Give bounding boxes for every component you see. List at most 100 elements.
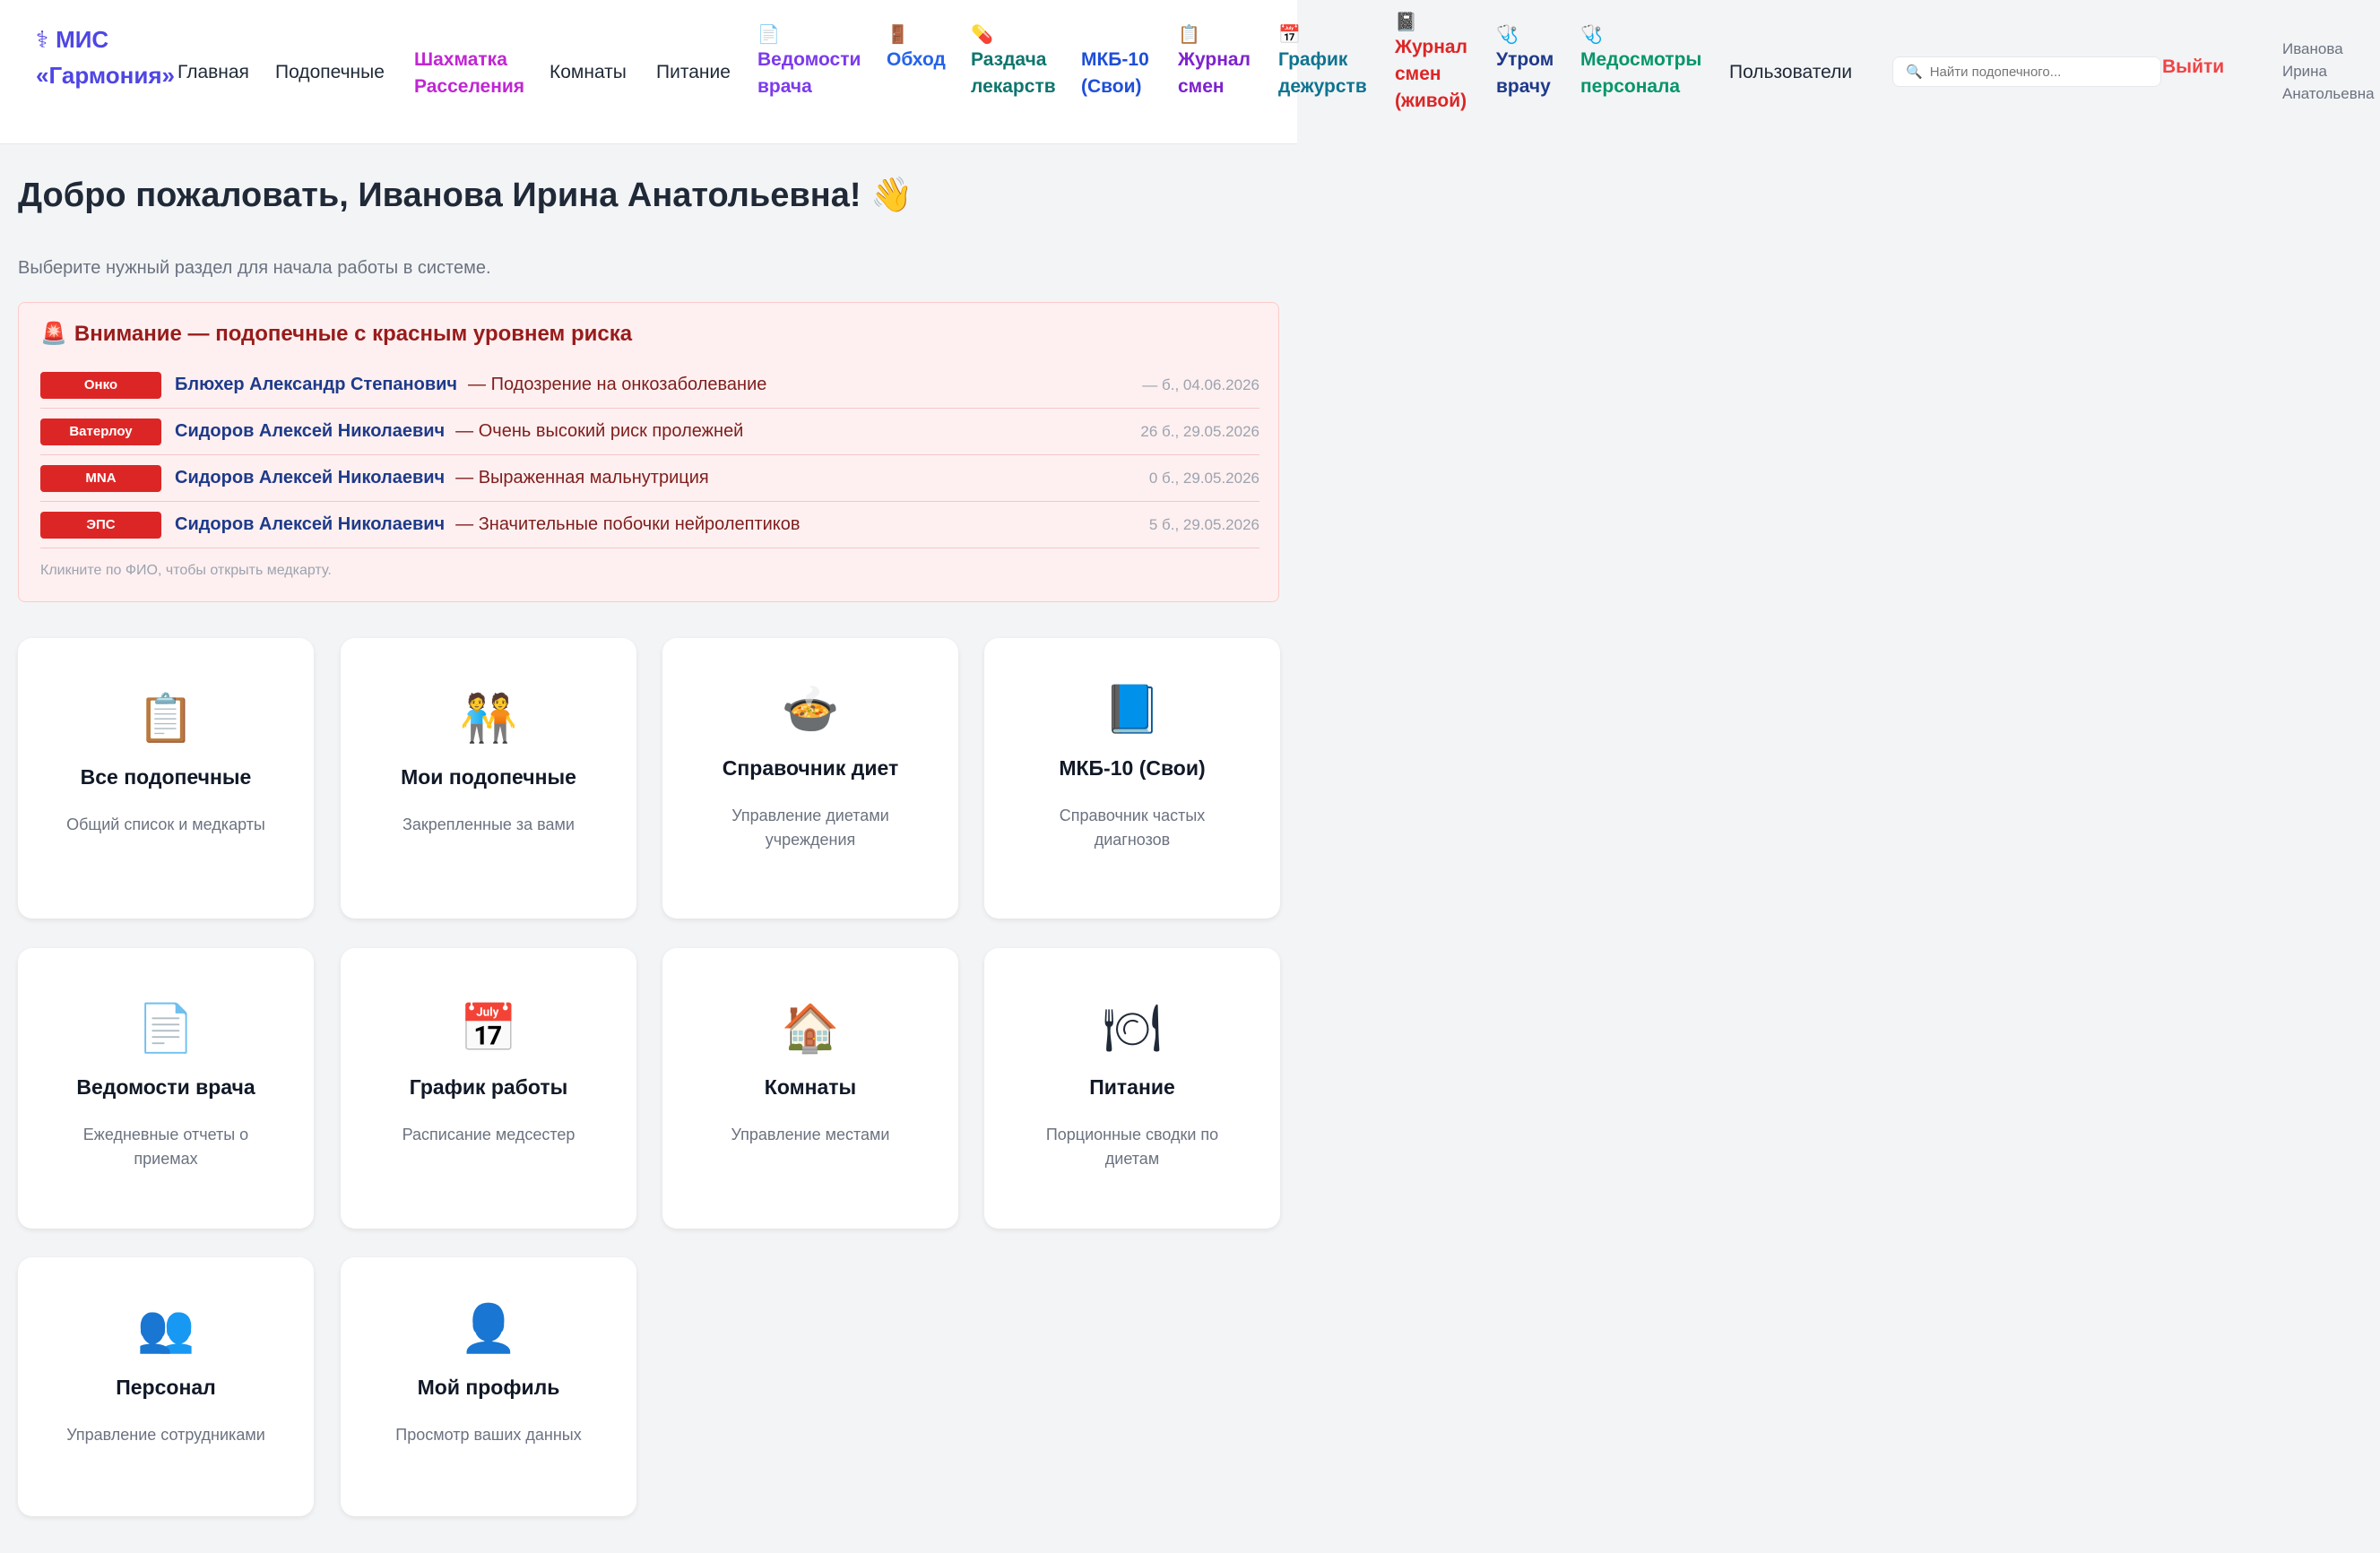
page-subtitle: Выберите нужный раздел для начала работы… — [18, 258, 491, 278]
nav-label-13: Медосмотры персонала — [1580, 49, 1702, 97]
nav-item-5[interactable]: 📄 Ведомости врача — [757, 25, 861, 100]
card-7[interactable]: 🍽 Питание Порционные сводки по диетам — [984, 948, 1280, 1229]
card-icon: 🧑‍🤝‍🧑 — [459, 693, 518, 745]
card-5[interactable]: 📅 График работы Расписание медсестер — [341, 948, 636, 1229]
card-description: Управление сотрудниками — [66, 1426, 265, 1444]
card-0[interactable]: 📋 Все подопечные Общий список и медкарты — [18, 638, 314, 919]
card-3[interactable]: 📘 МКБ-10 (Свои) Справочник частых диагнозо… — [984, 638, 1280, 919]
card-2[interactable]: 🍲 Справочник диет Управление диетами учреж… — [662, 638, 958, 919]
logout-button[interactable]: Выйти — [2162, 56, 2224, 78]
risk-badge: MNA — [40, 464, 161, 492]
card-description: Ежедневные отчеты о приемах — [82, 1126, 249, 1168]
card-icon: 👤 — [459, 1303, 518, 1355]
card-icon: 🏠 — [781, 1003, 840, 1055]
nav-label-2: Шахматка Расселения — [414, 49, 525, 97]
nav-item-9[interactable]: 📋 Журнал смен — [1178, 25, 1251, 100]
nav-label-9: Журнал смен — [1178, 49, 1251, 97]
app-title-line1: МИС — [56, 26, 109, 53]
card-icon: 📅 — [459, 1003, 518, 1055]
risk-row: ЭПС Сидоров Алексей Николаевич — Значитель… — [40, 502, 1259, 548]
risk-description: — Выраженная мальнутриция — [455, 468, 709, 487]
nav-item-14[interactable]: Пользователи — [1729, 59, 1852, 86]
card-1[interactable]: 🧑‍🤝‍🧑 Мои подопечные Закрепленные за вами — [341, 638, 636, 919]
risk-badge: Ватерлоу — [40, 418, 161, 445]
card-description: Справочник частых диагнозов — [1059, 807, 1206, 849]
patient-name-link[interactable]: Сидоров Алексей Николаевич — [175, 514, 445, 535]
risk-badge: Онко — [40, 371, 161, 399]
nav-icon-12: 🩺 — [1496, 25, 1519, 45]
alert-hint: Кликните по ФИО, чтобы открыть медкарту. — [40, 563, 332, 578]
card-title: Персонал — [116, 1376, 216, 1399]
nav-item-8[interactable]: МКБ-10 (Свои) — [1081, 47, 1149, 100]
risk-description: — Значительные побочки нейролептиков — [455, 514, 801, 534]
nav-icon-7: 💊 — [971, 25, 993, 45]
nav-label-3: Комнаты — [550, 62, 627, 82]
app-logo[interactable]: ⚕ МИС «Гармония» — [36, 22, 175, 93]
nav-item-10[interactable]: 📅 График дежурств — [1278, 25, 1367, 100]
card-title: Комнаты — [764, 1075, 857, 1099]
card-9[interactable]: 👤 Мой профиль Просмотр ваших данных — [341, 1257, 636, 1516]
nav-icon-13: 🩺 — [1580, 25, 1603, 45]
search-icon: 🔍 — [1906, 65, 1923, 80]
card-description: Расписание медсестер — [402, 1126, 576, 1143]
risk-date: — б., 04.06.2026 — [1142, 375, 1259, 393]
risk-date: 26 б., 29.05.2026 — [1140, 422, 1259, 440]
card-title: Все подопечные — [80, 765, 252, 789]
search-box[interactable]: 🔍 — [1892, 56, 2161, 87]
card-6[interactable]: 🏠 Комнаты Управление местами — [662, 948, 958, 1229]
nav-label-5: Ведомости врача — [757, 49, 861, 97]
alert-title: 🚨 Внимание — подопечные с красным уровнем… — [40, 321, 632, 347]
nav-label-11: Журнал смен (живой) — [1395, 37, 1467, 111]
nav-item-11[interactable]: 📓 Журнал смен (живой) — [1395, 13, 1467, 115]
card-icon: 📘 — [1103, 684, 1162, 736]
card-title: Справочник диет — [722, 756, 899, 780]
nav-item-4[interactable]: Питание — [656, 59, 731, 86]
risk-alert-panel: 🚨 Внимание — подопечные с красным уровнем… — [18, 302, 1279, 602]
search-input[interactable] — [1929, 64, 2154, 80]
card-icon: 🍲 — [781, 684, 840, 736]
nav-label-6: Обход — [887, 49, 946, 70]
nav-icon-11: 📓 — [1395, 13, 1417, 32]
alert-title-text: Внимание — подопечные с красным уровнем … — [74, 322, 633, 346]
nav-label-4: Питание — [656, 62, 731, 82]
nav-label-1: Подопечные — [275, 62, 385, 82]
nav-item-7[interactable]: 💊 Раздача лекарств — [971, 25, 1056, 100]
nav-label-7: Раздача лекарств — [971, 49, 1056, 97]
card-title: Ведомости врача — [76, 1075, 255, 1099]
nav-item-2[interactable]: Шахматка Расселения — [414, 47, 524, 100]
risk-description: — Подозрение на онкозаболевание — [468, 375, 767, 394]
patient-name-link[interactable]: Сидоров Алексей Николаевич — [175, 468, 445, 488]
card-title: Мой профиль — [417, 1376, 560, 1399]
nav-icon-9: 📋 — [1178, 25, 1200, 45]
patient-name-link[interactable]: Блюхер Александр Степанович — [175, 375, 457, 395]
nav-icon-6: 🚪 — [887, 25, 909, 45]
nav-item-13[interactable]: 🩺 Медосмотры персонала — [1580, 25, 1701, 100]
nav-icon-10: 📅 — [1278, 25, 1301, 45]
card-title: Мои подопечные — [401, 765, 576, 789]
card-title: График работы — [409, 1075, 568, 1099]
nav-item-3[interactable]: Комнаты — [550, 59, 627, 86]
card-title: МКБ-10 (Свои) — [1059, 756, 1206, 780]
card-8[interactable]: 👥 Персонал Управление сотрудниками — [18, 1257, 314, 1516]
nav-item-0[interactable]: Главная — [177, 59, 249, 86]
nav-item-6[interactable]: 🚪 Обход — [887, 25, 946, 73]
card-description: Закрепленные за вами — [402, 815, 575, 833]
card-description: Управление местами — [731, 1126, 890, 1143]
risk-date: 0 б., 29.05.2026 — [1148, 469, 1259, 487]
nav-item-12[interactable]: 🩺 Утром врачу — [1496, 25, 1553, 100]
nav-label-14: Пользователи — [1729, 62, 1853, 82]
user-name: Иванова Ирина Анатольевна — [2282, 40, 2375, 102]
page-title: Добро пожаловать, Иванова Ирина Анатолье… — [18, 177, 913, 214]
risk-row: Ватерлоу Сидоров Алексей Николаевич — Очен… — [40, 409, 1259, 455]
nav-label-10: График дежурств — [1278, 49, 1367, 97]
nav-item-1[interactable]: Подопечные — [275, 59, 385, 86]
card-4[interactable]: 📄 Ведомости врача Ежедневные отчеты о прие… — [18, 948, 314, 1229]
patient-name-link[interactable]: Сидоров Алексей Николаевич — [175, 421, 445, 442]
card-icon: 📄 — [136, 1003, 195, 1055]
card-icon: 👥 — [136, 1303, 195, 1355]
nav-label-0: Главная — [177, 62, 249, 82]
risk-badge: ЭПС — [40, 511, 161, 539]
card-description: Просмотр ваших данных — [395, 1426, 582, 1444]
risk-row: Онко Блюхер Александр Степанович — Подозре… — [40, 362, 1259, 409]
nav-label-8: МКБ-10 (Свои) — [1081, 49, 1149, 97]
